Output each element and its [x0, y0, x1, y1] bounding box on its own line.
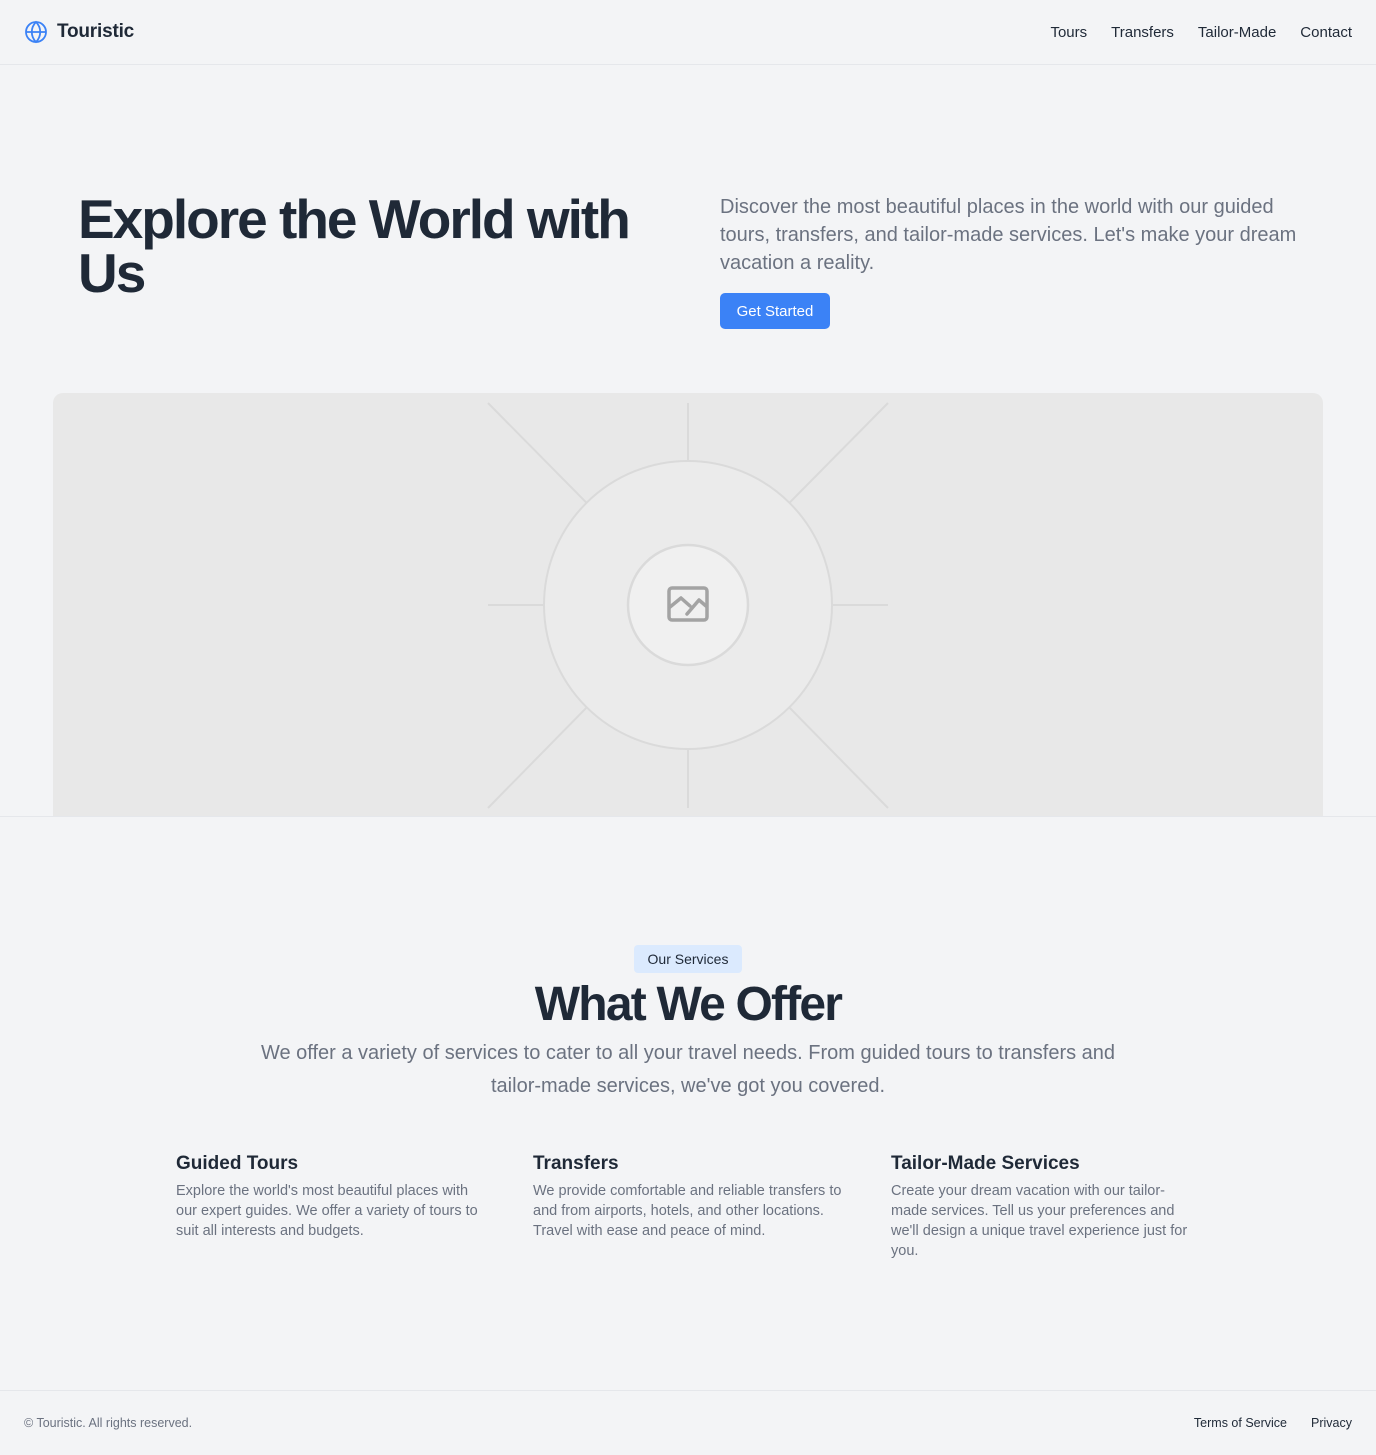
- service-card-text: We provide comfortable and reliable tran…: [533, 1183, 842, 1239]
- services-description: We offer a variety of services to cater …: [260, 1042, 1116, 1097]
- nav-tours[interactable]: Tours: [1050, 24, 1087, 41]
- terms-link[interactable]: Terms of Service: [1194, 1416, 1287, 1430]
- main-nav: Tours Transfers Tailor-Made Contact: [1050, 24, 1352, 41]
- globe-icon: [24, 20, 48, 44]
- hero-description: Discover the most beautiful places in th…: [720, 196, 1297, 274]
- site-header: Touristic Tours Transfers Tailor-Made Co…: [0, 0, 1376, 65]
- service-card-title: Tailor-Made Services: [891, 1153, 1080, 1174]
- service-card-tailor-made: Tailor-Made Services Create your dream v…: [891, 1152, 1201, 1261]
- service-card-title: Guided Tours: [176, 1153, 299, 1174]
- page: Touristic Tours Transfers Tailor-Made Co…: [0, 0, 1376, 1455]
- service-card-guided-tours: Guided Tours Explore the world's most be…: [176, 1152, 486, 1241]
- services-badge: Our Services: [634, 945, 742, 973]
- hero-title: Explore the World with Us: [78, 188, 631, 304]
- nav-contact[interactable]: Contact: [1300, 24, 1352, 41]
- privacy-link[interactable]: Privacy: [1311, 1416, 1352, 1430]
- section-divider: [0, 816, 1376, 817]
- site-footer: © Touristic. All rights reserved. Terms …: [0, 1390, 1376, 1455]
- brand-name: Touristic: [57, 21, 135, 42]
- nav-transfers[interactable]: Transfers: [1111, 24, 1174, 41]
- brand-link[interactable]: Touristic: [24, 20, 134, 44]
- hero-image-placeholder: [53, 393, 1323, 816]
- nav-tailor-made[interactable]: Tailor-Made: [1198, 24, 1276, 41]
- services-title: What We Offer: [534, 978, 843, 1031]
- service-card-transfers: Transfers We provide comfortable and rel…: [533, 1152, 843, 1241]
- copyright-text: © Touristic. All rights reserved.: [24, 1416, 193, 1430]
- get-started-button[interactable]: Get Started: [720, 293, 830, 329]
- service-card-title: Transfers: [533, 1153, 619, 1174]
- footer-links: Terms of Service Privacy: [1194, 1416, 1352, 1430]
- service-card-text: Explore the world's most beautiful place…: [176, 1183, 478, 1239]
- service-card-text: Create your dream vacation with our tail…: [891, 1183, 1188, 1259]
